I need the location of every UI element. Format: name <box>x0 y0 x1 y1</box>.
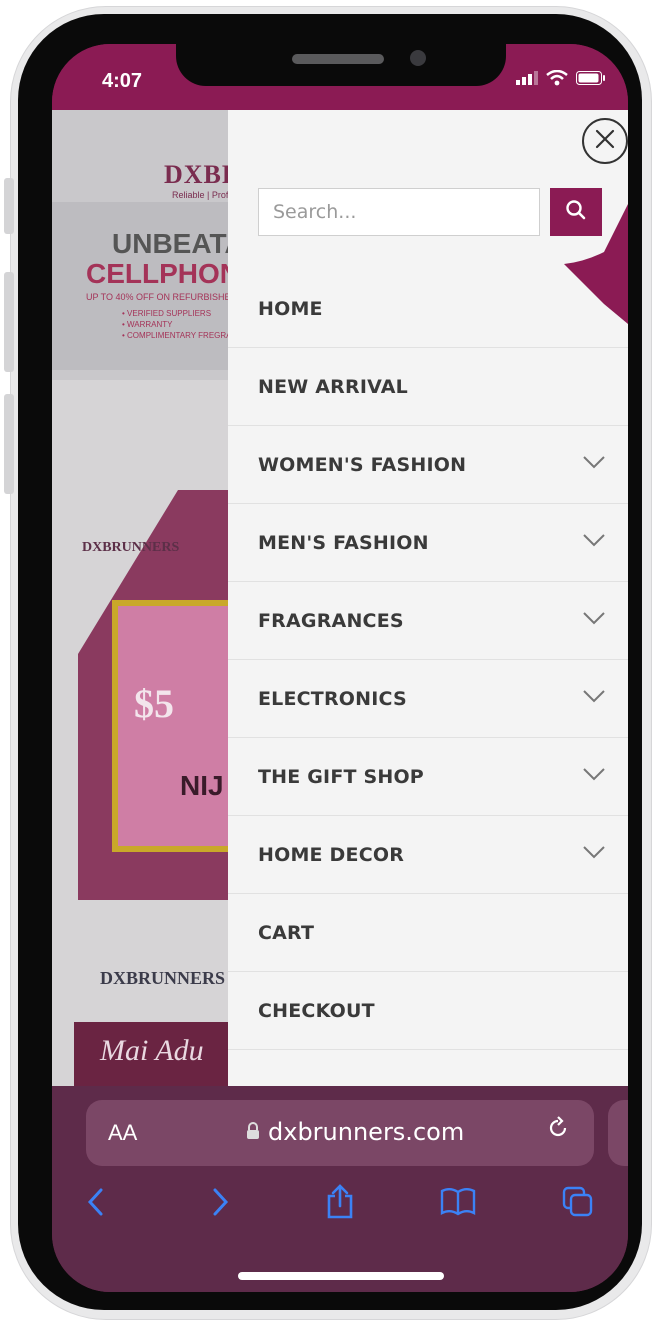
front-camera <box>410 50 426 66</box>
menu-item-label: WOMEN'S FASHION <box>258 453 467 476</box>
share-icon <box>327 1184 353 1219</box>
menu-item-fragrances[interactable]: FRAGRANCES <box>228 582 628 660</box>
battery-icon <box>576 71 606 90</box>
menu-item-gift-shop[interactable]: THE GIFT SHOP <box>228 738 628 816</box>
bg-promo-offer: UP TO 40% OFF ON REFURBISHED <box>86 292 238 302</box>
menu-item-label: HOME <box>258 297 323 320</box>
menu-item-home-decor[interactable]: HOME DECOR <box>228 816 628 894</box>
notch <box>176 44 506 86</box>
browser-nav-row <box>52 1182 628 1242</box>
browser-toolbar: AA dxbrunners.com <box>52 1086 628 1292</box>
reload-icon <box>546 1116 570 1146</box>
menu-item-label: HOME DECOR <box>258 843 405 866</box>
menu-item-label: NEW ARRIVAL <box>258 375 408 398</box>
chevron-down-icon[interactable] <box>582 454 606 470</box>
text-size-label: AA <box>108 1120 138 1145</box>
status-time: 4:07 <box>102 70 143 92</box>
text-size-button[interactable]: AA <box>108 1120 137 1146</box>
forward-button[interactable] <box>200 1182 240 1222</box>
menu-item-electronics[interactable]: ELECTRONICS <box>228 660 628 738</box>
address-bar[interactable]: AA dxbrunners.com <box>86 1100 594 1166</box>
volume-up-button <box>4 272 14 372</box>
book-icon <box>440 1188 476 1216</box>
menu-item-label: CHECKOUT <box>258 999 375 1022</box>
status-icons <box>516 69 606 91</box>
next-tab-preview[interactable] <box>608 1100 628 1166</box>
url-display[interactable]: dxbrunners.com <box>246 1118 464 1146</box>
menu-item-label: ELECTRONICS <box>258 687 407 710</box>
bg-mai-text: Mai Adu <box>100 1034 204 1067</box>
annotation-arrow-icon <box>564 204 628 324</box>
close-menu-button[interactable] <box>582 118 628 164</box>
home-indicator[interactable] <box>238 1272 444 1280</box>
chevron-left-icon <box>87 1188 103 1216</box>
url-text: dxbrunners.com <box>268 1118 465 1146</box>
menu-list: HOME NEW ARRIVAL WOMEN'S FASHION MEN'S F… <box>228 270 628 1050</box>
chevron-right-icon <box>213 1188 229 1216</box>
phone-screen: DXBRUNNERS Reliable | Professional | Con… <box>52 44 628 1292</box>
menu-item-checkout[interactable]: CHECKOUT <box>228 972 628 1050</box>
tabs-button[interactable] <box>558 1182 598 1222</box>
chevron-down-icon[interactable] <box>582 532 606 548</box>
tabs-icon <box>562 1186 593 1217</box>
menu-item-new-arrival[interactable]: NEW ARRIVAL <box>228 348 628 426</box>
menu-item-label: FRAGRANCES <box>258 609 404 632</box>
bookmarks-button[interactable] <box>438 1182 478 1222</box>
menu-item-womens-fashion[interactable]: WOMEN'S FASHION <box>228 426 628 504</box>
menu-item-label: CART <box>258 921 315 944</box>
volume-down-button <box>4 394 14 494</box>
chevron-down-icon[interactable] <box>582 844 606 860</box>
menu-item-label: THE GIFT SHOP <box>258 765 424 788</box>
bg-easter-code: NIJ <box>180 770 224 801</box>
close-icon <box>594 128 616 155</box>
bg-easter-price: $5 <box>134 681 174 726</box>
bg-logo: DXBRUNNERS <box>100 968 226 988</box>
cellular-signal-icon <box>516 71 538 90</box>
menu-item-label: MEN'S FASHION <box>258 531 429 554</box>
back-button[interactable] <box>76 1182 116 1222</box>
bg-logo: DXBRUNNERS <box>82 540 180 555</box>
search-input[interactable] <box>258 188 540 236</box>
share-button[interactable] <box>320 1182 360 1222</box>
reload-button[interactable] <box>546 1116 570 1147</box>
status-bar: 4:07 <box>52 44 628 110</box>
chevron-down-icon[interactable] <box>582 688 606 704</box>
menu-item-mens-fashion[interactable]: MEN'S FASHION <box>228 504 628 582</box>
chevron-down-icon[interactable] <box>582 610 606 626</box>
speaker-grille <box>292 54 384 64</box>
wifi-icon <box>546 69 568 91</box>
mute-switch <box>4 178 14 234</box>
lock-icon <box>246 1118 260 1146</box>
search-form <box>258 188 602 236</box>
menu-item-cart[interactable]: CART <box>228 894 628 972</box>
chevron-down-icon[interactable] <box>582 766 606 782</box>
